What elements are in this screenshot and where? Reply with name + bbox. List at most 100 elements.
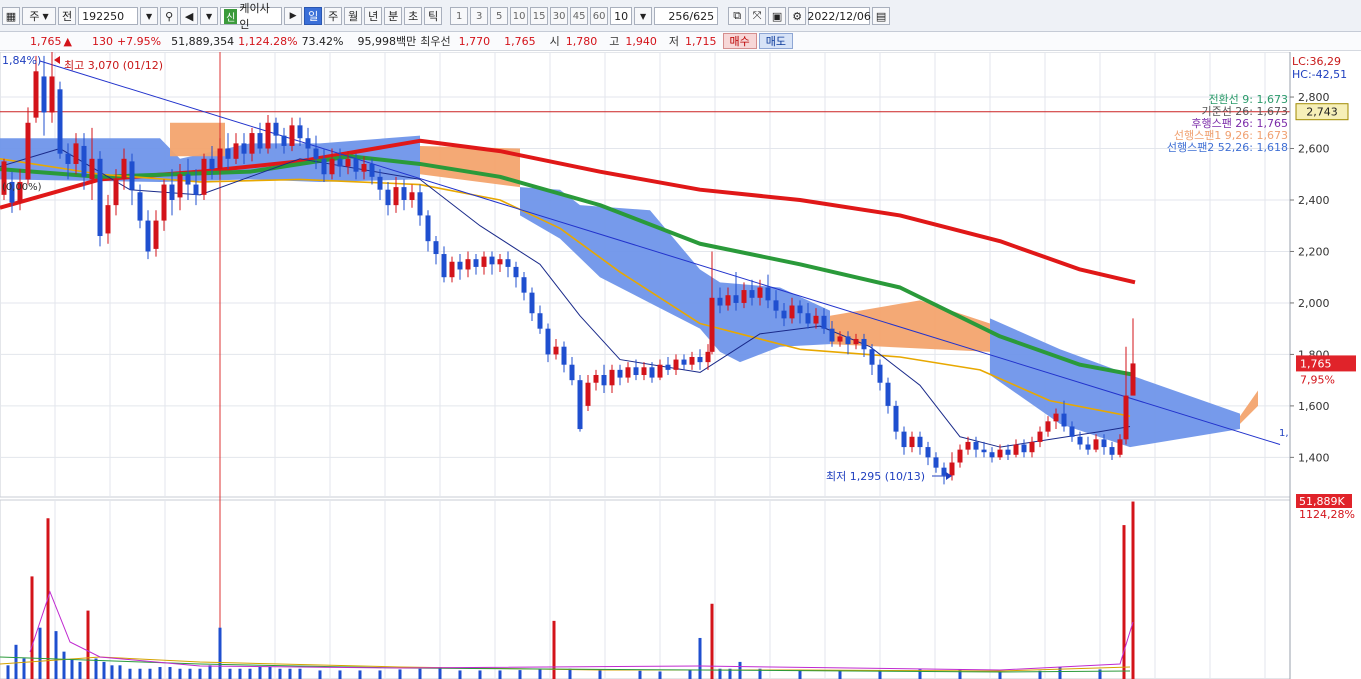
volume-bar: [998, 671, 1002, 679]
candle-body: [409, 192, 415, 200]
interval-tab-6[interactable]: 틱: [424, 7, 443, 25]
volume-bar: [458, 670, 462, 679]
candle-body: [973, 441, 979, 450]
arrow-right-icon[interactable]: ▶: [284, 7, 303, 25]
high-annotation: 최고 3,070 (01/12): [64, 59, 163, 72]
candle-body: [981, 449, 987, 453]
candle-body: [941, 467, 947, 476]
candle-body: [169, 184, 175, 200]
minute-button-15[interactable]: 15: [530, 7, 549, 25]
chevron-down-icon[interactable]: ▼: [634, 7, 653, 25]
price-chart[interactable]: 2,8002,6002,4002,2002,0001,8001,6001,400…: [0, 52, 1361, 679]
candle-body: [457, 261, 463, 270]
candle-body: [465, 259, 471, 270]
volume-pct-label: 1124,28%: [1299, 508, 1355, 521]
page-indicator[interactable]: 256/625: [654, 7, 719, 25]
minute-button-5[interactable]: 5: [490, 7, 509, 25]
candle-body: [201, 158, 207, 195]
minute-button-1[interactable]: 1: [450, 7, 469, 25]
interval-tab-0[interactable]: 일: [304, 7, 323, 25]
interval-tab-2[interactable]: 월: [344, 7, 363, 25]
search-icon[interactable]: ⚲: [160, 7, 179, 25]
candle-body: [505, 259, 511, 267]
chevron-down-icon[interactable]: ▼: [200, 7, 219, 25]
candle-body: [313, 148, 319, 159]
candle-body: [225, 148, 231, 159]
prev-button[interactable]: 전: [58, 7, 77, 25]
candle-body: [829, 328, 835, 342]
minute-button-30[interactable]: 30: [550, 7, 569, 25]
candle-body: [965, 441, 971, 450]
candle-body: [537, 313, 543, 329]
chevron-down-icon[interactable]: ▼: [140, 7, 159, 25]
open-price: 1,780: [565, 34, 598, 48]
sell-button[interactable]: 매도: [758, 33, 793, 49]
calendar-icon[interactable]: ▤: [872, 7, 891, 25]
candle-body: [1005, 449, 1011, 455]
candle-body: [545, 328, 551, 355]
interval-tab-5[interactable]: 초: [404, 7, 423, 25]
date-input[interactable]: 2022/12/06: [807, 7, 871, 25]
candle-body: [137, 192, 143, 221]
candle-body: [209, 158, 215, 170]
gear-icon[interactable]: ⚙: [788, 7, 807, 25]
period-dropdown[interactable]: 주 ▼: [22, 7, 56, 25]
candle-body: [633, 367, 639, 376]
minute-button-60[interactable]: 60: [590, 7, 609, 25]
candle-body: [757, 287, 763, 298]
change-percent: +7.95%: [116, 34, 162, 48]
candle-body: [1085, 444, 1091, 450]
volume-bar: [218, 627, 222, 679]
volume-bar: [498, 670, 502, 679]
hc-label: HC:-42,51: [1292, 68, 1347, 81]
candle-body: [49, 76, 55, 113]
speaker-icon[interactable]: ◀: [180, 7, 199, 25]
candle-body: [177, 174, 183, 198]
candle-body: [861, 338, 867, 350]
candle-body: [709, 297, 715, 352]
volume-bar: [298, 668, 302, 679]
volume-bar: [168, 667, 172, 679]
candle-body: [473, 259, 479, 267]
cloud-orange-region: [170, 122, 225, 157]
candle-body: [521, 277, 527, 293]
candle-body: [617, 369, 623, 378]
up-triangle-icon: ▲: [63, 34, 72, 48]
candle-body: [161, 184, 167, 221]
settings-grid-icon[interactable]: ▦: [2, 7, 20, 25]
volume-bar: [710, 603, 714, 679]
price-tick-label: 1,600: [1298, 400, 1330, 413]
candle-body: [345, 158, 351, 167]
interval-tab-4[interactable]: 분: [384, 7, 403, 25]
stock-name-field[interactable]: 신 케이사인: [220, 2, 283, 31]
volume-bar: [208, 665, 212, 679]
candle-body: [1061, 413, 1067, 427]
volume-bar: [258, 667, 262, 679]
candle-body: [845, 336, 851, 345]
volume-bar: [1131, 501, 1135, 679]
count-input[interactable]: 10: [610, 7, 633, 25]
volume-bar: [14, 644, 18, 679]
candle-body: [89, 158, 95, 180]
volume-bar: [688, 670, 692, 679]
interval-tab-3[interactable]: 년: [364, 7, 383, 25]
interval-tab-1[interactable]: 주: [324, 7, 343, 25]
candle-type-icon[interactable]: ⧉: [728, 7, 747, 25]
candle-body: [997, 449, 1003, 458]
buy-button[interactable]: 매수: [722, 33, 757, 49]
top-left-percent: 1,84%): [2, 54, 41, 67]
price-tick-label: 2,800: [1298, 91, 1330, 104]
candle-body: [1029, 441, 1035, 453]
save-icon[interactable]: ▣: [768, 7, 787, 25]
minute-button-45[interactable]: 45: [570, 7, 589, 25]
candle-body: [1109, 447, 1115, 455]
volume-bar: [638, 670, 642, 679]
volume-bar: [552, 620, 556, 679]
minute-button-3[interactable]: 3: [470, 7, 489, 25]
stock-code-input[interactable]: 192250: [78, 7, 139, 25]
minute-button-10[interactable]: 10: [510, 7, 529, 25]
candle-body: [401, 187, 407, 200]
draw-tool-icon[interactable]: ⤧: [748, 7, 767, 25]
candle-body: [513, 266, 519, 278]
candle-body: [821, 315, 827, 329]
